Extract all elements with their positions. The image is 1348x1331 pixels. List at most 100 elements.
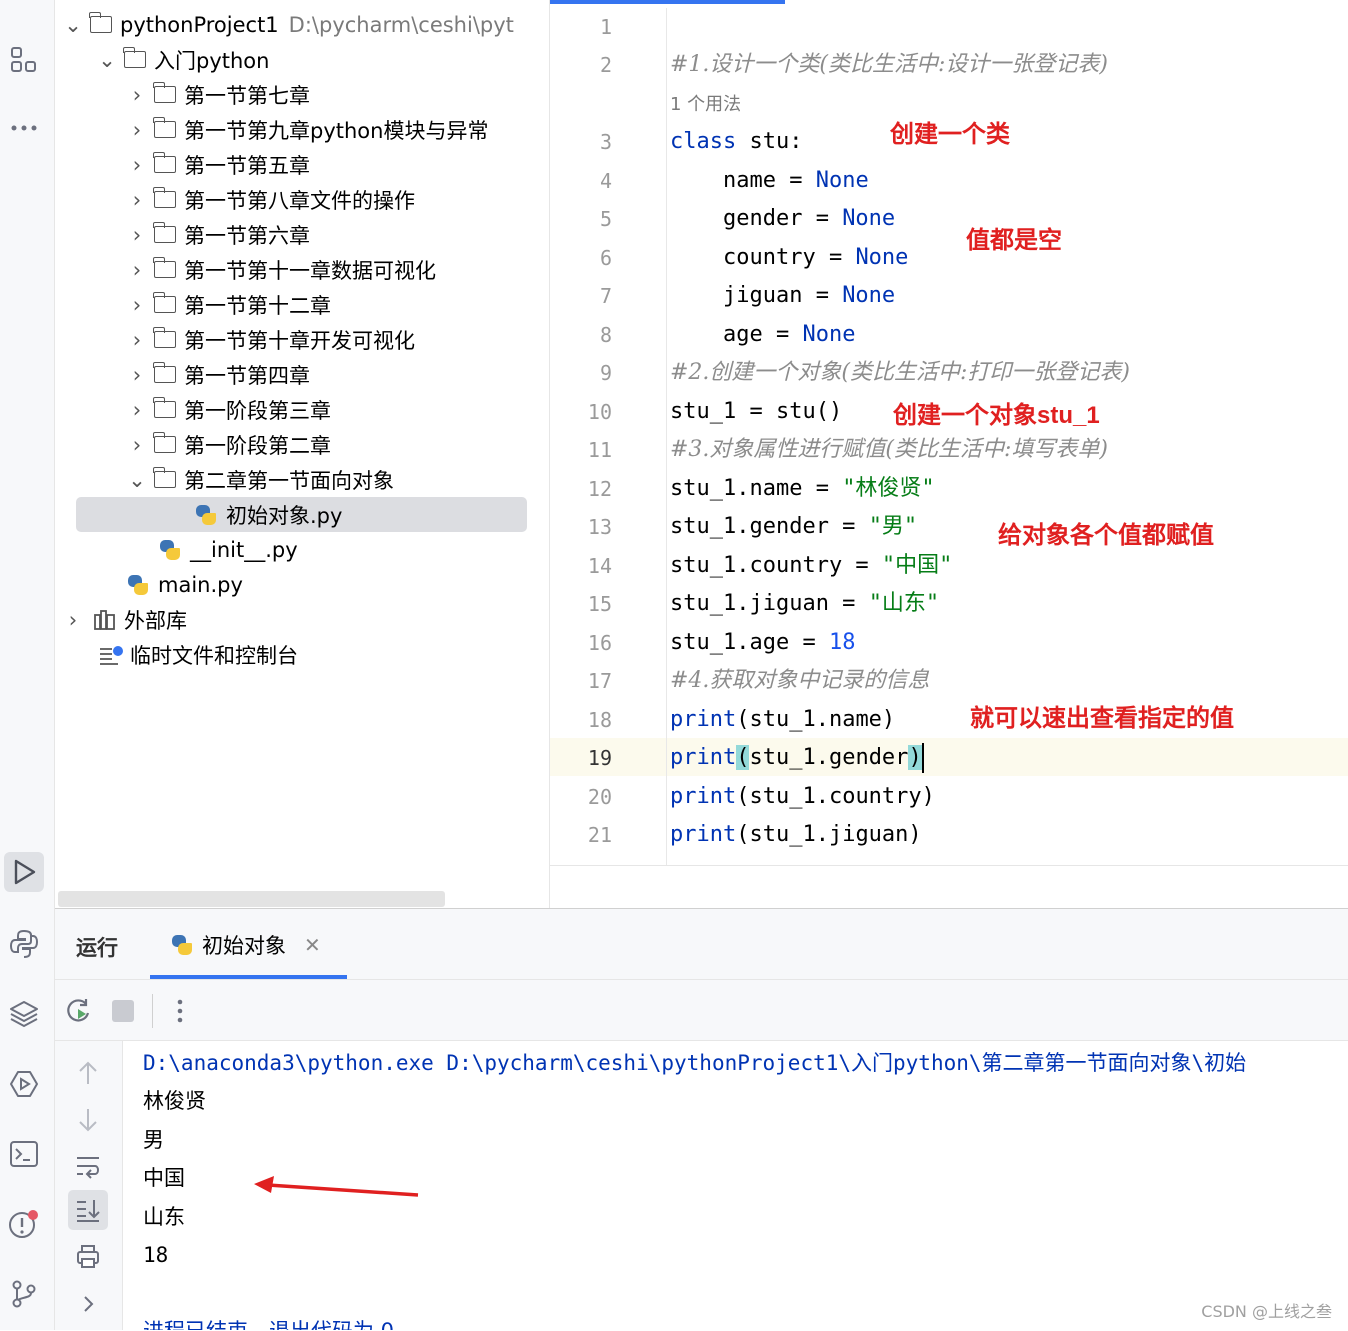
- problems-icon[interactable]: [4, 1204, 44, 1244]
- arrow-up-icon[interactable]: [68, 1053, 108, 1093]
- usage-hint[interactable]: 1 个用法: [670, 85, 741, 123]
- tree-folder[interactable]: › 第一阶段第三章: [126, 392, 331, 427]
- tree-folder[interactable]: › 第一节第五章: [126, 147, 310, 182]
- tree-external-libs[interactable]: › 外部库: [62, 602, 187, 637]
- code-line-15[interactable]: stu_1.jiguan = "山东": [670, 585, 939, 623]
- chevron-right-icon[interactable]: ›: [126, 83, 148, 107]
- code-line-9[interactable]: #2.创建一个对象(类比生活中:打印一张登记表): [670, 354, 1130, 392]
- chevron-right-icon[interactable]: ›: [126, 363, 148, 387]
- code-line-4[interactable]: name = None: [670, 162, 869, 200]
- chevron-down-icon[interactable]: ⌄: [62, 13, 84, 37]
- project-path: D:\pycharm\ceshi\pyt: [288, 12, 514, 37]
- tree-folder[interactable]: › 第一节第十章开发可视化: [126, 322, 415, 357]
- code-line-8[interactable]: age = None: [670, 316, 855, 354]
- run-tab[interactable]: 初始对象 ✕: [170, 930, 321, 960]
- terminal-icon[interactable]: [4, 1134, 44, 1174]
- tree-subfolder[interactable]: ⌄ 入门python: [96, 42, 269, 77]
- code-line-7[interactable]: jiguan = None: [670, 277, 895, 315]
- none-literal: None: [802, 322, 856, 347]
- print-icon[interactable]: [68, 1236, 108, 1276]
- tree-folder[interactable]: › 第一节第四章: [126, 357, 310, 392]
- tree-folder[interactable]: › 第一阶段第二章: [126, 427, 331, 462]
- line-number: 14: [587, 554, 612, 578]
- close-paren: ): [908, 745, 922, 770]
- text-caret: [921, 743, 924, 773]
- layers-icon[interactable]: [4, 994, 44, 1034]
- tree-folder[interactable]: › 第一节第十一章数据可视化: [126, 252, 436, 287]
- chevron-right-icon[interactable]: ›: [126, 223, 148, 247]
- code-line-6[interactable]: country = None: [670, 239, 908, 277]
- line-number: 21: [587, 823, 612, 847]
- call-args: (stu_1.name): [736, 707, 896, 732]
- arrow-down-icon[interactable]: [68, 1100, 108, 1140]
- tree-file-main[interactable]: main.py: [120, 567, 243, 602]
- code-line-17[interactable]: #4.获取对象中记录的信息: [670, 662, 929, 700]
- code-line-18[interactable]: print(stu_1.name): [670, 701, 895, 739]
- run-icon[interactable]: [4, 852, 44, 892]
- code-line-16[interactable]: stu_1.age = 18: [670, 624, 855, 662]
- line-number: 4: [599, 169, 612, 193]
- git-icon[interactable]: [4, 1274, 44, 1314]
- toolbar-divider: [152, 994, 153, 1028]
- code-line-20[interactable]: print(stu_1.country): [670, 778, 935, 816]
- line-number: 15: [587, 592, 612, 616]
- code-line-12[interactable]: stu_1.name = "林俊贤": [670, 470, 935, 508]
- attr: jiguan =: [670, 283, 843, 308]
- close-icon[interactable]: ✕: [304, 933, 321, 957]
- tree-file-init[interactable]: __init__.py: [152, 532, 298, 567]
- rerun-icon[interactable]: [64, 996, 94, 1030]
- annotation-assign-values: 给对象各个值都赋值: [998, 522, 1214, 549]
- chevron-down-icon[interactable]: ⌄: [96, 48, 118, 72]
- code-line-3[interactable]: class stu:: [670, 123, 802, 161]
- code-line-10[interactable]: stu_1 = stu(): [670, 393, 842, 431]
- chevron-right-icon[interactable]: ›: [126, 293, 148, 317]
- chevron-right-icon[interactable]: ›: [126, 153, 148, 177]
- services-icon[interactable]: [4, 1064, 44, 1104]
- tree-folder[interactable]: › 第一节第八章文件的操作: [126, 182, 415, 217]
- selected-file-label: 初始对象.py: [226, 503, 343, 528]
- tree-folder[interactable]: › 第一节第六章: [126, 217, 310, 252]
- chevron-right-icon[interactable]: ›: [126, 398, 148, 422]
- tree-scratches[interactable]: 临时文件和控制台: [96, 637, 298, 672]
- chevron-right-icon[interactable]: ›: [126, 118, 148, 142]
- folder-icon: [153, 292, 176, 313]
- stop-icon[interactable]: [112, 1000, 134, 1022]
- tree-scrollbar[interactable]: [58, 891, 445, 907]
- tree-folder[interactable]: › 第一节第十二章: [126, 287, 331, 322]
- python-file-icon: [126, 573, 150, 597]
- code-line-14[interactable]: stu_1.country = "中国": [670, 547, 952, 585]
- more-icon[interactable]: [4, 108, 44, 148]
- attr: gender =: [670, 206, 843, 231]
- tree-folder[interactable]: › 第一节第七章: [126, 77, 310, 112]
- gutter-divider: [666, 8, 667, 866]
- code-line-2[interactable]: #1.设计一个类(类比生活中:设计一张登记表): [670, 46, 1108, 84]
- tree-root[interactable]: ⌄ pythonProject1 D:\pycharm\ceshi\pyt: [62, 7, 514, 42]
- chevron-right-icon[interactable]: ›: [126, 328, 148, 352]
- chevron-right-icon[interactable]: [68, 1284, 108, 1324]
- tree-folder[interactable]: › 第一节第九章python模块与异常: [126, 112, 488, 147]
- tree-folder[interactable]: ⌄ 第二章第一节面向对象: [126, 462, 394, 497]
- code-line-5[interactable]: gender = None: [670, 200, 895, 238]
- project-structure-icon[interactable]: [4, 40, 44, 80]
- tree-file-selected[interactable]: 初始对象.py: [76, 497, 527, 532]
- code-line-11[interactable]: #3.对象属性进行赋值(类比生活中:填写表单): [670, 431, 1108, 469]
- folder-icon: [153, 397, 176, 418]
- chevron-right-icon[interactable]: ›: [126, 433, 148, 457]
- folder-label: 第一节第六章: [184, 223, 310, 248]
- chevron-right-icon[interactable]: ›: [126, 188, 148, 212]
- python-console-icon[interactable]: [4, 924, 44, 964]
- number-literal: 18: [828, 630, 856, 655]
- python-file-icon: [158, 538, 182, 562]
- code-line-13[interactable]: stu_1.gender = "男": [670, 508, 917, 546]
- code-line-19[interactable]: print(stu_1.gender): [670, 739, 924, 777]
- folder-icon: [153, 117, 176, 138]
- chevron-right-icon[interactable]: ›: [126, 258, 148, 282]
- chevron-down-icon[interactable]: ⌄: [126, 468, 148, 492]
- scroll-to-end-icon[interactable]: [68, 1190, 108, 1230]
- soft-wrap-icon[interactable]: [68, 1146, 108, 1186]
- scratches-label: 临时文件和控制台: [130, 643, 298, 668]
- more-options-icon[interactable]: [172, 996, 188, 1030]
- chevron-right-icon[interactable]: ›: [62, 608, 84, 632]
- code-line-21[interactable]: print(stu_1.jiguan): [670, 816, 922, 854]
- run-tab-indicator: [150, 975, 347, 979]
